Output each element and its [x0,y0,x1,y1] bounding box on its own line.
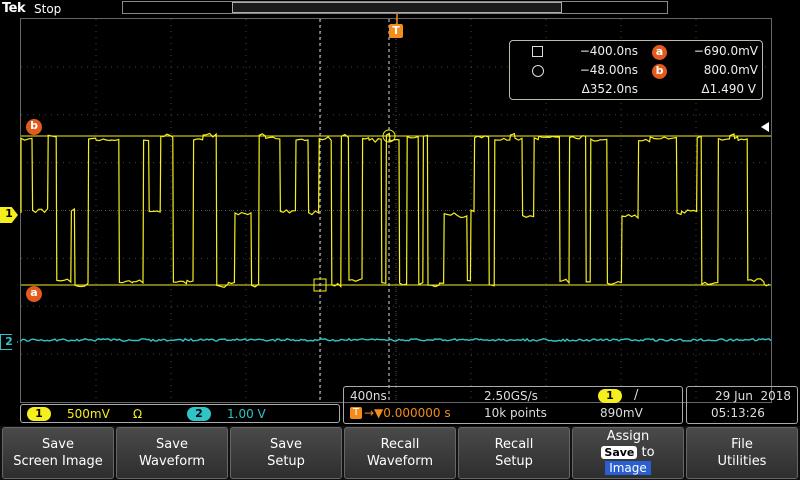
cursor-handles [313,129,396,292]
cursor-a-time: −400.0ns [579,44,638,58]
trigger-level-arrow-icon[interactable] [761,122,769,132]
recall-setup-button[interactable]: Recall Setup [458,427,570,479]
image-pill: Image [605,461,651,475]
recall-waveform-button[interactable]: Recall Waveform [344,427,456,479]
cursor-b-marker[interactable]: b [26,119,42,135]
ch1-scale: 500mV [67,407,110,421]
cursor-delta-value: Δ1.490 V [701,82,756,96]
trigger-source-badge: 1 [598,389,622,403]
save-pill: Save [601,446,638,459]
trigger-position: →▼0.000000 s [364,406,451,420]
horizontal-status-panel[interactable]: 400ns 2.50GS/s T →▼0.000000 s 10k points… [343,386,683,424]
trigger-slope-icon: / [634,388,639,403]
cursor-row-b: −48.00ns b 800.0mV [510,63,762,81]
date: 29 Jun 2018 [714,389,791,403]
datetime-panel: 29 Jun 2018 05:13:26 [686,386,798,424]
ch2-badge: 2 [187,407,211,421]
vertical-status-panel[interactable]: 1 500mV Ω 2 1.00 V [20,404,340,423]
save-screen-image-button[interactable]: Save Screen Image [2,427,114,479]
cursor-readout-panel[interactable]: −400.0ns a −690.0mV −48.00ns b 800.0mV Δ… [509,40,763,100]
ch1-coupling-icon: Ω [133,407,143,421]
square-cursor-icon [532,46,543,57]
save-waveform-button[interactable]: Save Waveform [116,427,228,479]
ch2-scale: 1.00 V [227,407,266,421]
cursor-a-value: −690.0mV [693,44,758,58]
ch1-badge: 1 [27,407,51,421]
bottom-menu: Save Screen Image Save Waveform Save Setup … [0,426,800,480]
record-length: 10k points [484,406,547,420]
cursor-b-time: −48.00ns [579,63,638,77]
cursor-row-a: −400.0ns a −690.0mV [510,44,762,62]
save-setup-button[interactable]: Save Setup [230,427,342,479]
cursor-delta-row: Δ352.0ns Δ1.490 V [510,82,762,100]
cursor-delta-time: Δ352.0ns [581,82,638,96]
file-utilities-button[interactable]: File Utilities [686,427,798,479]
trigger-icon: T [350,407,362,419]
cursor-b-value: 800.0mV [703,63,758,77]
timebase: 400ns [350,389,387,403]
assign-save-button[interactable]: Assign Save to Image [572,427,684,479]
sample-rate: 2.50GS/s [484,389,538,403]
circle-cursor-icon [532,65,544,77]
cursor-a-marker[interactable]: a [26,286,42,302]
trigger-level: 890mV [600,406,643,420]
trigger-position-marker[interactable]: T [389,24,403,38]
time: 05:13:26 [711,406,765,420]
